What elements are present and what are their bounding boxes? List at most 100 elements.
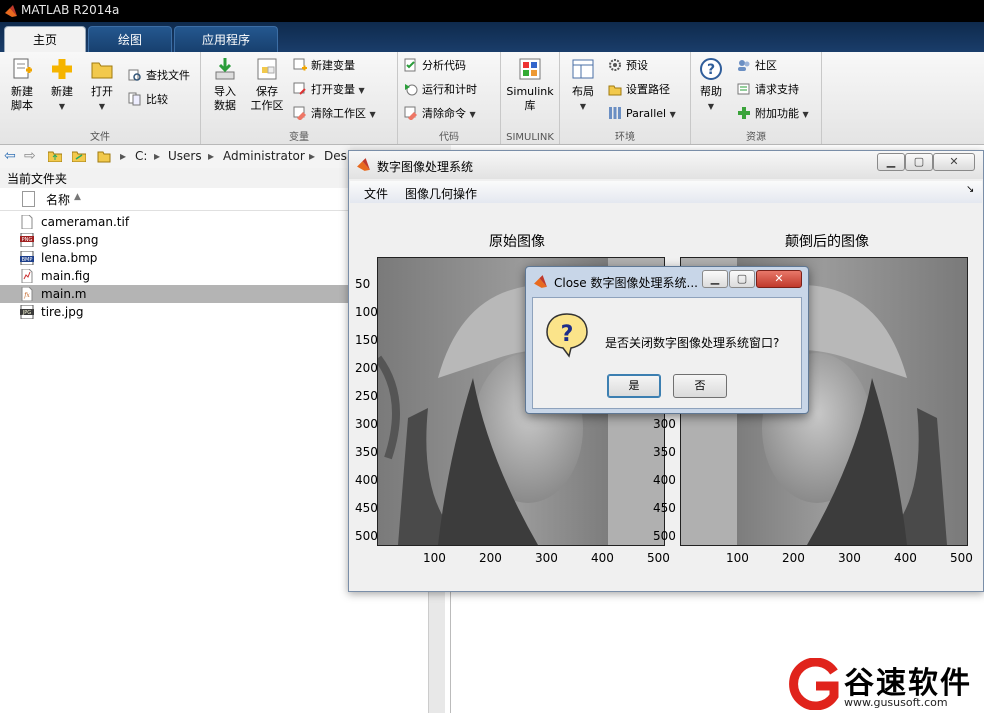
simulink-library-button[interactable]: Simulink 库	[503, 56, 557, 113]
tab-home[interactable]: 主页	[4, 26, 86, 53]
dock-arrow-icon[interactable]: ↘	[966, 184, 974, 195]
breadcrumb-desktop[interactable]: Des	[324, 149, 347, 163]
y-tick-label: 400	[355, 473, 378, 487]
folder-icon	[97, 149, 111, 163]
clear-commands-icon	[404, 106, 418, 121]
figure-title: 数字图像处理系统	[377, 160, 474, 174]
community-button[interactable]: 社区	[737, 56, 777, 76]
close-icon: ✕	[774, 272, 784, 285]
m-file-icon: fx	[21, 287, 33, 301]
request-support-button[interactable]: 请求支持	[737, 80, 799, 100]
clear-commands-button[interactable]: 清除命令 ▼	[404, 104, 476, 124]
preferences-button[interactable]: 预设	[608, 56, 648, 76]
plus-icon	[49, 56, 75, 82]
close-confirm-dialog: Close 数字图像处理系统... ▁ ▢ ✕ ? 是否关闭数字图像处理系统窗口…	[525, 266, 809, 414]
file-column-icon	[22, 191, 35, 207]
tab-apps[interactable]: 应用程序	[174, 26, 278, 53]
dialog-maximize-button[interactable]: ▢	[729, 270, 755, 288]
y-tick-label: 300	[653, 417, 676, 431]
new-variable-button[interactable]: 新建变量	[293, 56, 355, 76]
parallel-button[interactable]: Parallel ▼	[608, 104, 676, 124]
open-variable-button[interactable]: 打开变量 ▼	[293, 80, 365, 100]
set-path-button[interactable]: 设置路径	[608, 80, 670, 100]
new-script-button[interactable]: 新建 脚本	[4, 56, 40, 113]
x-tick-label: 300	[535, 551, 558, 565]
dialog-minimize-button[interactable]: ▁	[702, 270, 728, 288]
x-tick-label: 100	[726, 551, 749, 565]
compare-label: 比较	[146, 93, 168, 106]
open-button[interactable]: 打开 ▼	[84, 56, 120, 114]
analyze-code-icon	[404, 58, 418, 72]
res-group-label: 资源	[746, 132, 766, 143]
y-tick-label: 350	[653, 445, 676, 459]
find-files-button[interactable]: 查找文件	[128, 66, 190, 86]
file-name: lena.bmp	[41, 251, 98, 265]
y-tick-label: 50	[355, 277, 371, 291]
bmp-file-icon: BMP	[20, 251, 34, 265]
breadcrumb-c[interactable]: C:	[135, 149, 147, 163]
y-tick-label: 400	[653, 473, 676, 487]
analyze-label: 分析代码	[422, 59, 466, 72]
figure-title-bar[interactable]: 数字图像处理系统 ▁ ▢ ✕	[349, 151, 983, 179]
menu-file[interactable]: 文件	[364, 185, 388, 202]
breadcrumb-users[interactable]: Users	[168, 149, 202, 163]
question-icon: ?	[546, 313, 588, 358]
matlab-logo-icon	[357, 158, 370, 171]
new-variable-icon	[293, 58, 307, 72]
import-data-button[interactable]: 导入 数据	[205, 56, 245, 113]
eraser-icon	[293, 106, 307, 121]
prefs-label: 预设	[626, 59, 648, 72]
chevron-down-icon: ▼	[469, 110, 476, 119]
save-workspace-button[interactable]: 保存 工作区	[247, 56, 287, 113]
y-tick-label: 100	[355, 305, 378, 319]
vertical-scrollbar[interactable]	[428, 590, 445, 713]
clear-workspace-button[interactable]: 清除工作区 ▼	[293, 104, 376, 124]
back-arrow-icon[interactable]: ⇦	[4, 148, 16, 164]
watermark-url: www.gususoft.com	[844, 696, 948, 709]
dialog-title-bar[interactable]: Close 数字图像处理系统... ▁ ▢ ✕	[526, 267, 808, 295]
compare-icon	[128, 92, 142, 106]
y-tick-label: 500	[355, 529, 378, 543]
browse-folder-icon[interactable]	[71, 150, 87, 163]
ribbon-tab-strip: 主页 绘图 应用程序	[0, 22, 984, 53]
up-folder-icon[interactable]	[47, 150, 63, 163]
tab-plots[interactable]: 绘图	[88, 26, 172, 53]
y-tick-label: 450	[355, 501, 378, 515]
minimize-button[interactable]: ▁	[877, 153, 905, 171]
matlab-logo-icon	[534, 275, 547, 288]
layout-button[interactable]: 布局 ▼	[564, 56, 602, 114]
compare-button[interactable]: 比较	[128, 90, 168, 110]
file-name: main.m	[41, 287, 87, 301]
simulink-icon	[517, 56, 543, 82]
y-tick-label: 200	[355, 361, 378, 375]
new-button[interactable]: 新建 ▼	[44, 56, 80, 114]
maximize-button[interactable]: ▢	[905, 153, 933, 171]
y-tick-label: 250	[355, 389, 378, 403]
x-tick-label: 200	[782, 551, 805, 565]
breadcrumb-administrator[interactable]: Administrator	[223, 149, 305, 163]
clear-ws-label: 清除工作区	[311, 107, 366, 120]
simulink-label: Simulink 库	[506, 85, 554, 112]
no-button[interactable]: 否	[673, 374, 727, 398]
close-button[interactable]: ✕	[933, 153, 975, 171]
save-workspace-icon	[254, 56, 280, 82]
add-ons-icon	[737, 106, 751, 120]
save-ws-label: 保存 工作区	[250, 85, 284, 112]
run-and-time-button[interactable]: 运行和计时	[404, 80, 477, 100]
add-ons-button[interactable]: 附加功能 ▼	[737, 104, 809, 124]
dialog-close-button[interactable]: ✕	[756, 270, 802, 288]
minimize-icon: ▁	[886, 155, 896, 168]
help-button[interactable]: ? 帮助 ▼	[695, 56, 727, 114]
import-icon	[212, 56, 238, 82]
gusu-logo-icon	[789, 658, 839, 710]
menu-geometric-ops[interactable]: 图像几何操作	[405, 185, 477, 202]
forward-arrow-icon[interactable]: ⇨	[24, 148, 36, 164]
y-tick-label: 500	[653, 529, 676, 543]
open-label: 打开	[91, 85, 113, 98]
dialog-title: Close 数字图像处理系统...	[554, 276, 698, 290]
yes-button[interactable]: 是	[607, 374, 661, 398]
analyze-code-button[interactable]: 分析代码	[404, 56, 466, 76]
community-label: 社区	[755, 59, 777, 72]
code-group-label: 代码	[439, 132, 459, 143]
layout-label: 布局	[572, 85, 594, 98]
